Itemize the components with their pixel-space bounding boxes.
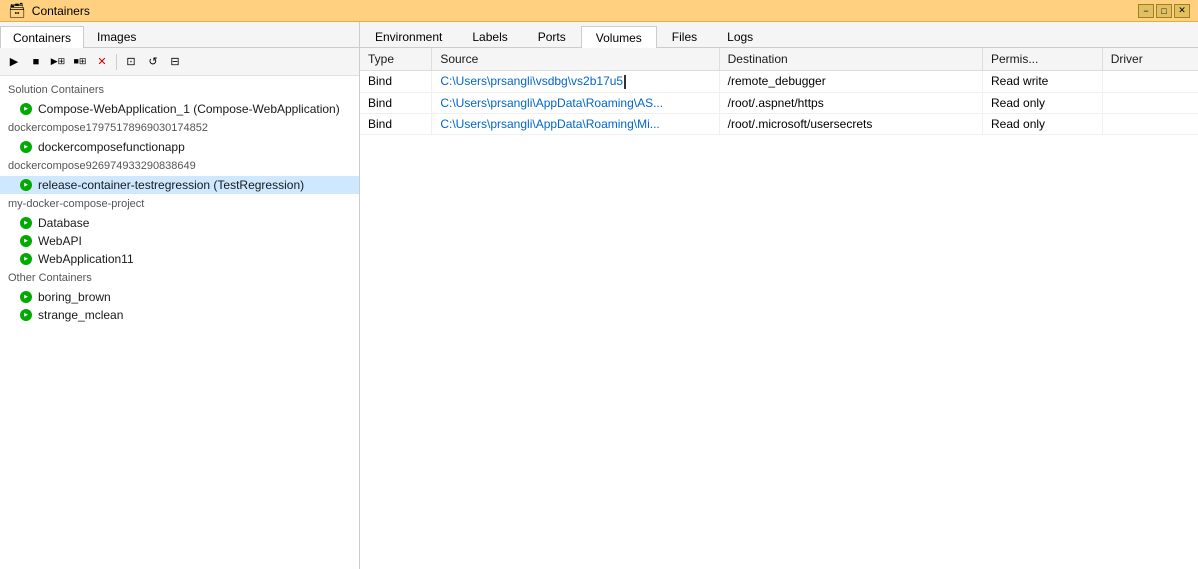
cell-destination: /root/.microsoft/usersecrets <box>719 113 982 134</box>
cell-source[interactable]: C:\Users\prsangli\AppData\Roaming\Mi... <box>432 113 719 134</box>
tree-item-database[interactable]: Database <box>0 214 359 232</box>
left-toolbar: ▶ ■ ▶⊞ ■⊞ ✕ ⊡ ↺ ⊟ <box>0 48 359 76</box>
group-dockercompose2: dockercompose926974933290838649 <box>0 156 359 176</box>
tree-item-compose-webapplication1[interactable]: Compose-WebApplication_1 (Compose-WebApp… <box>0 100 359 118</box>
table-row: Bind C:\Users\prsangli\vsdbg\vs2b17u5/rem… <box>360 71 1198 93</box>
separator-1 <box>116 54 117 70</box>
more-button[interactable]: ⊟ <box>165 52 185 72</box>
group-solution-containers: Solution Containers <box>0 80 359 100</box>
running-indicator <box>20 141 32 153</box>
compose-stop-button[interactable]: ■⊞ <box>70 52 90 72</box>
table-row: Bind C:\Users\prsangli\AppData\Roaming\AS… <box>360 92 1198 113</box>
source-link[interactable]: C:\Users\prsangli\vsdbg\vs2b17u5 <box>440 74 626 88</box>
table-row: Bind C:\Users\prsangli\AppData\Roaming\Mi… <box>360 113 1198 134</box>
cell-permissions: Read only <box>983 92 1103 113</box>
cell-source[interactable]: C:\Users\prsangli\AppData\Roaming\AS... <box>432 92 719 113</box>
cell-source[interactable]: C:\Users\prsangli\vsdbg\vs2b17u5 <box>432 71 719 93</box>
left-tab-bar: Containers Images <box>0 22 359 48</box>
group-other-containers: Other Containers <box>0 268 359 288</box>
tab-volumes[interactable]: Volumes <box>581 26 657 48</box>
main-container: Containers Images ▶ ■ ▶⊞ ■⊞ ✕ ⊡ ↺ ⊟ Solu… <box>0 22 1198 569</box>
col-driver[interactable]: Driver <box>1102 48 1198 71</box>
col-type[interactable]: Type <box>360 48 432 71</box>
cell-destination: /root/.aspnet/https <box>719 92 982 113</box>
tree-container: Solution Containers Compose-WebApplicati… <box>0 76 359 569</box>
running-indicator <box>20 309 32 321</box>
minimize-button[interactable]: − <box>1138 4 1154 18</box>
source-link[interactable]: C:\Users\prsangli\AppData\Roaming\Mi... <box>440 117 659 131</box>
tab-ports[interactable]: Ports <box>523 25 581 47</box>
group-dockercompose1: dockercompose17975178969030174852 <box>0 118 359 138</box>
close-button[interactable]: ✕ <box>1174 4 1190 18</box>
volumes-table-container: Type Source Destination Permis... Driver… <box>360 48 1198 569</box>
title-bar-controls: − □ ✕ <box>1138 4 1190 18</box>
cell-permissions: Read write <box>983 71 1103 93</box>
tab-containers[interactable]: Containers <box>0 26 84 48</box>
cell-type: Bind <box>360 92 432 113</box>
cell-destination: /remote_debugger <box>719 71 982 93</box>
tab-labels[interactable]: Labels <box>457 25 522 47</box>
tree-item-dockercomposefunctionapp[interactable]: dockercomposefunctionapp <box>0 138 359 156</box>
cell-permissions: Read only <box>983 113 1103 134</box>
start-button[interactable]: ▶ <box>4 52 24 72</box>
tab-logs[interactable]: Logs <box>712 25 768 47</box>
text-cursor <box>624 75 626 89</box>
table-header-row: Type Source Destination Permis... Driver <box>360 48 1198 71</box>
refresh-button[interactable]: ↺ <box>143 52 163 72</box>
col-permissions[interactable]: Permis... <box>983 48 1103 71</box>
source-link[interactable]: C:\Users\prsangli\AppData\Roaming\AS... <box>440 96 663 110</box>
stop-button[interactable]: ■ <box>26 52 46 72</box>
cell-driver <box>1102 71 1198 93</box>
col-source[interactable]: Source <box>432 48 719 71</box>
delete-button[interactable]: ✕ <box>92 52 112 72</box>
volumes-table: Type Source Destination Permis... Driver… <box>360 48 1198 135</box>
tree-item-webapi[interactable]: WebAPI <box>0 232 359 250</box>
tab-environment[interactable]: Environment <box>360 25 457 47</box>
running-indicator <box>20 253 32 265</box>
running-indicator <box>20 235 32 247</box>
tab-images[interactable]: Images <box>84 25 149 47</box>
group-my-docker-compose: my-docker-compose-project <box>0 194 359 214</box>
tree-item-webapplication11[interactable]: WebApplication11 <box>0 250 359 268</box>
new-button[interactable]: ⊡ <box>121 52 141 72</box>
tree-item-release-container[interactable]: release-container-testregression (TestRe… <box>0 176 359 194</box>
tree-item-strange-mclean[interactable]: strange_mclean <box>0 306 359 324</box>
tree-item-boring-brown[interactable]: boring_brown <box>0 288 359 306</box>
compose-start-button[interactable]: ▶⊞ <box>48 52 68 72</box>
cell-type: Bind <box>360 71 432 93</box>
title-bar: 🗃 Containers − □ ✕ <box>0 0 1198 22</box>
cell-driver <box>1102 92 1198 113</box>
cell-type: Bind <box>360 113 432 134</box>
col-destination[interactable]: Destination <box>719 48 982 71</box>
title-bar-icon: 🗃 <box>8 2 26 19</box>
restore-button[interactable]: □ <box>1156 4 1172 18</box>
right-panel: Environment Labels Ports Volumes Files L… <box>360 22 1198 569</box>
title-bar-title: Containers <box>32 4 90 18</box>
running-indicator <box>20 103 32 115</box>
running-indicator <box>20 217 32 229</box>
tab-files[interactable]: Files <box>657 25 712 47</box>
running-indicator <box>20 291 32 303</box>
right-tab-bar: Environment Labels Ports Volumes Files L… <box>360 22 1198 48</box>
cell-driver <box>1102 113 1198 134</box>
left-panel: Containers Images ▶ ■ ▶⊞ ■⊞ ✕ ⊡ ↺ ⊟ Solu… <box>0 22 360 569</box>
running-indicator <box>20 179 32 191</box>
